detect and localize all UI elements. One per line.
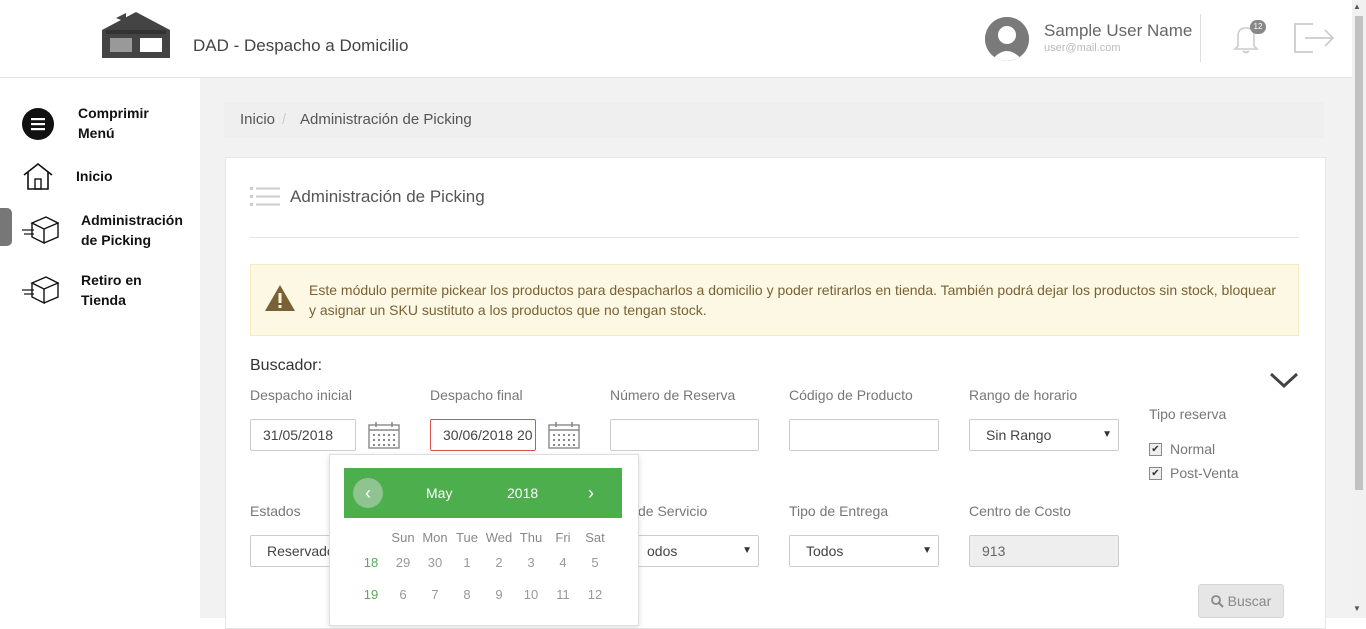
dow-header: Tue [456,530,478,545]
calendar-day[interactable]: 29 [387,555,419,570]
post-venta-checkbox[interactable]: ✔ [1149,467,1162,480]
calendar-day[interactable]: 10 [515,587,547,602]
dow-header: Sun [391,530,415,545]
buscar-label: Buscar [1227,593,1272,609]
chevron-down-icon[interactable] [1268,370,1300,390]
sidebar-item-label: de Picking [81,232,152,248]
dropdown-arrow-icon: ▼ [742,545,752,556]
codigo-producto-input[interactable] [789,419,939,451]
notification-badge: 12 [1250,20,1266,34]
calendar-day[interactable]: 2 [483,555,515,570]
calendar-day[interactable]: 3 [515,555,547,570]
datepicker-month[interactable]: May [426,485,452,501]
home-icon[interactable] [22,162,54,190]
search-title: Buscador: [250,357,323,374]
tipo-entrega-label: Tipo de Entrega [789,503,889,519]
menu-icon[interactable] [22,108,54,140]
logout-icon[interactable] [1291,20,1335,56]
sidebar-item-label: Menú [78,125,115,141]
sidebar-item-administracion-picking[interactable]: Administración de Picking [81,210,183,250]
panel-title: Administración de Picking [290,187,485,206]
datepicker-header [344,468,622,518]
avatar[interactable] [985,17,1029,61]
despacho-final-label: Despacho final [430,387,523,403]
scrollbar-thumb[interactable] [1355,16,1363,490]
sidebar-item-comprimir[interactable]: Comprimir Menú [78,103,149,143]
breadcrumb-home-link[interactable]: Inicio [240,111,275,128]
search-icon [1210,593,1228,609]
week-number: 18 [363,555,379,570]
list-icon [250,186,282,208]
dow-header: Thu [519,530,543,545]
select-value: Todos [806,543,844,559]
week-number: 19 [363,587,379,602]
normal-checkbox[interactable]: ✔ [1149,443,1162,456]
numero-reserva-label: Número de Reserva [610,387,736,403]
dropdown-arrow-icon: ▼ [1102,429,1112,440]
warning-icon [264,283,296,313]
datepicker-next-button[interactable]: › [588,483,594,504]
box-icon[interactable] [22,275,60,305]
user-name: Sample User Name [1044,21,1193,40]
box-icon[interactable] [22,215,60,245]
scroll-up-icon[interactable]: ▲ [1353,2,1361,11]
centro-costo-label: Centro de Costo [969,503,1071,519]
user-email: user@mail.com [1044,42,1121,54]
despacho-inicial-input[interactable]: 31/05/2018 [250,419,356,451]
sidebar-item-inicio[interactable]: Inicio [76,166,113,186]
sidebar [0,78,200,618]
calendar-day[interactable]: 30 [419,555,451,570]
calendar-day[interactable]: 8 [451,587,483,602]
normal-checkbox-label: Normal [1170,441,1216,457]
alert-message: Este módulo permite pickear los producto… [309,282,1277,318]
tipo-reserva-label: Tipo reserva [1149,406,1227,422]
sidebar-item-label: Retiro en [81,272,142,288]
breadcrumb-current: Administración de Picking [300,111,472,128]
calendar-day[interactable]: 6 [387,587,419,602]
rango-horario-select[interactable]: Sin Rango ▼ [969,419,1119,451]
datepicker-prev-button[interactable]: ‹ [353,478,383,508]
post-venta-checkbox-label: Post-Venta [1170,465,1239,481]
select-value: Sin Rango [986,427,1052,443]
buscar-button[interactable]: Buscar [1198,584,1284,618]
calendar-day[interactable]: 9 [483,587,515,602]
calendar-icon[interactable] [548,421,580,449]
rango-horario-label: Rango de horario [969,387,1078,403]
codigo-producto-label: Código de Producto [789,387,913,403]
dow-header: Sat [585,530,605,545]
datepicker-year[interactable]: 2018 [507,485,538,501]
sidebar-item-retiro-tienda[interactable]: Retiro en Tienda [81,270,142,310]
dow-header: Wed [485,530,513,545]
breadcrumb-separator: / [282,111,287,128]
dow-header: Fri [555,530,571,545]
sidebar-item-label: Administración [81,212,183,228]
tipo-entrega-select[interactable]: Todos ▼ [789,535,939,567]
calendar-day[interactable]: 1 [451,555,483,570]
despacho-inicial-label: Despacho inicial [250,387,352,403]
sidebar-item-label: Tienda [81,292,126,308]
estados-label: Estados [250,503,301,519]
dropdown-arrow-icon: ▼ [922,545,932,556]
despacho-final-input[interactable]: 30/06/2018 20 [430,419,536,451]
calendar-day[interactable]: 7 [419,587,451,602]
tipo-servicio-label: de Servicio [638,503,708,519]
calendar-day[interactable]: 5 [579,555,611,570]
calendar-day[interactable]: 4 [547,555,579,570]
app-title: DAD - Despacho a Domicilio [193,36,409,55]
calendar-day[interactable]: 11 [547,587,579,602]
select-value: odos [647,543,678,559]
centro-costo-input: 913 [969,535,1119,567]
sidebar-item-label: Comprimir [78,105,149,121]
numero-reserva-input[interactable] [610,419,759,451]
calendar-icon[interactable] [368,421,400,449]
sidebar-item-label: Inicio [76,168,113,184]
calendar-day[interactable]: 12 [579,587,611,602]
divider [250,237,1299,238]
scroll-down-icon[interactable]: ▼ [1353,604,1361,613]
header-divider [1200,14,1201,62]
active-item-marker [0,208,12,246]
house-logo-icon[interactable] [100,8,172,60]
dow-header: Mon [422,530,448,545]
